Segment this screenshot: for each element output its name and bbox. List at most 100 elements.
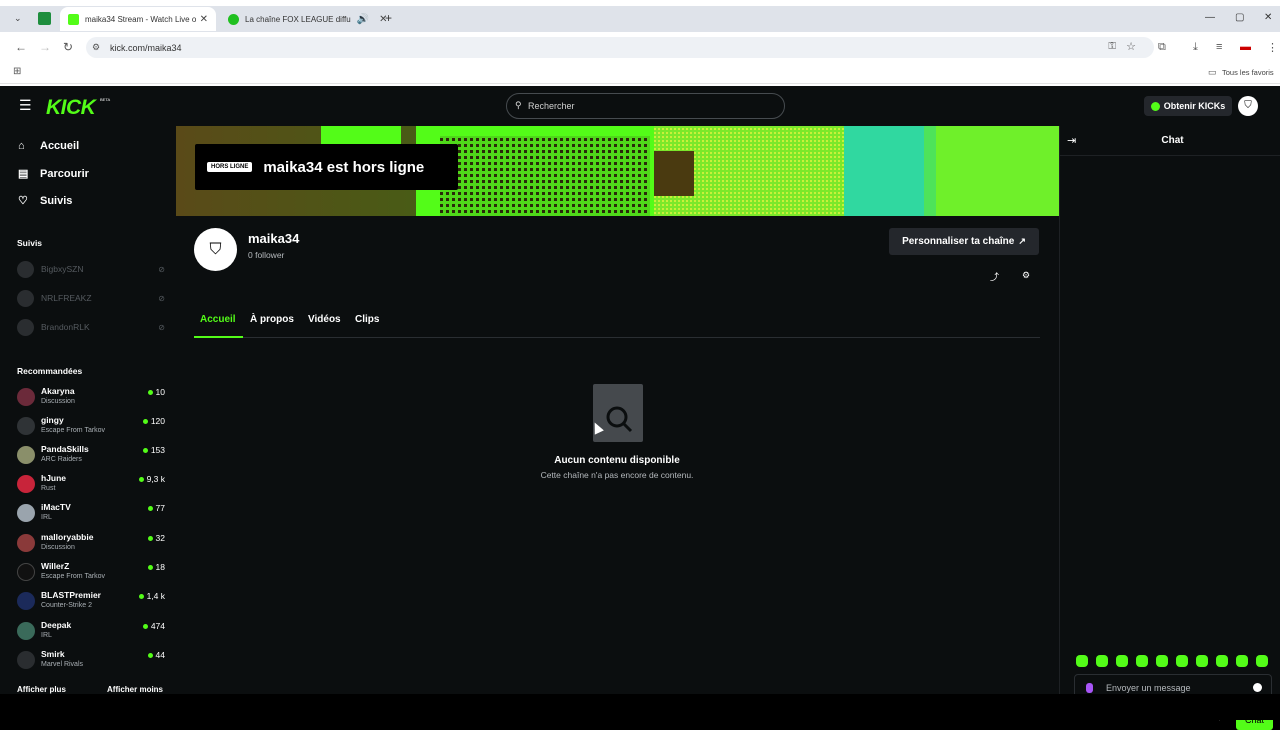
bookmark-star-icon[interactable]: ☆ [1126,40,1136,53]
channel-name: BrandonRLK [41,322,90,332]
bookmarks-bar: ⊞ ▭ Tous les favoris [0,62,1280,84]
tab-kick[interactable]: maika34 Stream - Watch Live o ✕ [60,7,216,31]
media-controls-icon[interactable]: ≡ [1216,41,1222,53]
minimize-icon[interactable]: — [1205,12,1215,23]
emote-icon[interactable] [1136,655,1148,667]
emote-icon[interactable] [1116,655,1128,667]
channel-category: Rust [41,485,56,492]
customize-channel-button[interactable]: Personnaliser ta chaîne ↗ [889,228,1039,255]
followed-channel[interactable]: BigbxySZN ⊘ [17,260,165,278]
apps-grid-icon[interactable]: ⊞ [13,66,21,77]
viewer-count: 77 [147,503,165,513]
recommended-channel[interactable]: BLASTPremier Counter-Strike 2 1,4 k [17,588,165,614]
tab-clips[interactable]: Clips [355,314,379,325]
viewer-count: 32 [147,533,165,543]
external-link-icon: ↗ [1018,236,1026,246]
magnifier-icon [606,406,633,433]
site-info-icon[interactable]: ⚙ [92,42,100,53]
recommended-channel[interactable]: gingy Escape From Tarkov 120 [17,413,165,439]
empty-state-title: Aucun contenu disponible [554,455,680,466]
sidebar-item-following[interactable]: ♡ Suivis [18,194,72,208]
channel-avatar[interactable]: ⛉ [194,228,237,271]
speaker-icon: 🔊 [356,13,370,25]
sidebar-item-home[interactable]: ⌂ Accueil [18,140,79,152]
emote-icon[interactable] [1156,655,1168,667]
viewer-count: 18 [147,562,165,572]
channel-category: Escape From Tarkov [41,573,106,580]
emote-icon[interactable] [1076,655,1088,667]
recommended-channel[interactable]: Akaryna Discussion 10 [17,384,165,410]
recommended-channel[interactable]: Deepak IRL 474 [17,618,165,644]
emote-icon[interactable] [1216,655,1228,667]
emote-icon[interactable] [1196,655,1208,667]
channel-category: Marvel Rivals [41,661,84,668]
follower-count: 0 follower [248,250,285,260]
recommended-channel[interactable]: WillerZ Escape From Tarkov 18 [17,559,165,585]
recommended-channel[interactable]: iMacTV IRL 77 [17,500,165,526]
tab-about[interactable]: À propos [250,314,294,325]
all-bookmarks-label[interactable]: Tous les favoris [1222,68,1274,77]
close-window-icon[interactable]: ✕ [1264,12,1272,23]
forward-icon[interactable]: → [39,40,51,54]
followed-channel[interactable]: BrandonRLK ⊘ [17,318,165,336]
recommended-channel[interactable]: PandaSkills ARC Raiders 153 [17,442,165,468]
url-text: kick.com/maika34 [110,42,182,53]
emote-icon[interactable] [1176,655,1188,667]
get-kicks-button[interactable]: Obtenir KICKs [1144,96,1232,116]
downloads-icon[interactable]: ⤓ [1193,41,1198,54]
kicks-coin-icon [1150,101,1160,111]
share-icon[interactable]: ⤴ [990,270,999,283]
new-tab-icon[interactable]: + [385,11,392,25]
emote-icon[interactable] [1256,655,1268,667]
microphone-icon[interactable] [1086,683,1093,693]
tab-videos[interactable]: Vidéos [308,314,341,325]
channel-name: Smirk [41,649,65,659]
recommended-channel[interactable]: hJune Rust 9,3 k [17,471,165,497]
browse-icon: ▤ [18,168,29,180]
avatar [17,475,35,493]
viewer-count: 10 [147,387,165,397]
search-input[interactable]: ⚲ Rechercher [506,93,785,119]
home-icon: ⌂ [18,140,25,152]
back-icon[interactable]: ← [15,40,27,54]
menu-icon[interactable]: ☰ [19,97,32,114]
viewer-count: 474 [142,621,165,631]
avatar [17,388,35,406]
offline-icon: ⊘ [158,322,165,332]
channel-category: IRL [41,514,52,521]
user-settings-icon[interactable]: ⚙ [1022,270,1030,281]
close-tab-icon[interactable]: ✕ [200,14,208,25]
empty-state-subtitle: Cette chaîne n'a pas encore de contenu. [540,470,694,480]
sidebar-item-browse[interactable]: ▤ Parcourir [18,167,89,181]
browser-menu-icon[interactable]: ⋮ [1267,41,1278,54]
sheets-tab-icon[interactable] [38,12,51,25]
emote-icon[interactable] [1096,655,1108,667]
tab-home[interactable]: Accueil [200,314,236,325]
kick-logo[interactable]: KICK [46,96,96,120]
recommended-channel[interactable]: malloryabbie Discussion 32 [17,530,165,556]
emote-icon[interactable] [1236,655,1248,667]
emoji-icon[interactable] [1253,683,1262,692]
channel-name: hJune [41,473,67,483]
viewer-count: 9,3 k [138,474,165,484]
address-bar[interactable]: ⚙ kick.com/maika34 ⚿ ☆ [86,37,1154,58]
channel-name: malloryabbie [41,532,94,542]
channel-category: Discussion [41,398,75,405]
sidebar-item-label: Parcourir [40,167,89,180]
extension-badge-icon[interactable]: ▬ [1240,41,1251,53]
followed-channel[interactable]: NRLFREAKZ ⊘ [17,289,165,307]
password-key-icon[interactable]: ⚿ [1108,41,1116,52]
tab-fox-league[interactable]: La chaîne FOX LEAGUE diffu 🔊 ✕ [220,7,388,31]
show-less-link[interactable]: Afficher moins [107,685,163,694]
viewer-count-value: 120 [150,416,165,426]
recommended-channel[interactable]: Smirk Marvel Rivals 44 [17,647,165,673]
heart-icon: ♡ [18,195,28,207]
avatar [17,504,35,522]
offline-icon: ⊘ [158,293,165,303]
reload-icon[interactable]: ↻ [63,40,73,54]
tab-search-icon[interactable]: ⌄ [14,13,22,24]
restore-icon[interactable]: ▢ [1235,12,1244,23]
show-more-link[interactable]: Afficher plus [17,685,66,694]
extensions-icon[interactable]: ⧉ [1158,41,1166,54]
user-avatar[interactable]: ⛉ [1238,96,1258,116]
